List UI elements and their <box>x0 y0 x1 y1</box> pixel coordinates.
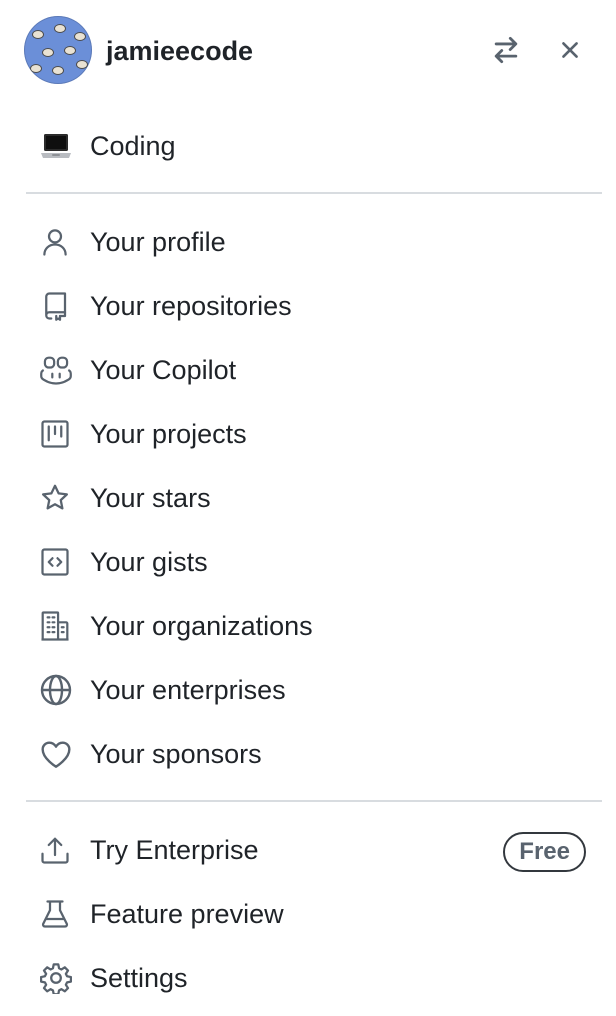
username: jamieecode <box>106 36 254 66</box>
menu-item-label: Your repositories <box>90 291 292 321</box>
star-icon <box>26 483 90 513</box>
divider <box>26 800 602 802</box>
menu-item-profile[interactable]: Your profile <box>26 214 602 270</box>
laptop-icon <box>26 131 90 161</box>
avatar-pattern-icon <box>54 24 66 33</box>
menu-item-label: Settings <box>90 963 188 993</box>
menu-item-organizations[interactable]: Your organizations <box>26 598 602 654</box>
menu-item-label: Your profile <box>90 227 226 257</box>
status-label: Coding <box>90 131 176 161</box>
menu-item-label: Your sponsors <box>90 739 262 769</box>
menu-item-label: Your Copilot <box>90 355 237 385</box>
divider <box>26 192 602 194</box>
upload-icon <box>26 835 90 865</box>
avatar-pattern-icon <box>30 64 42 73</box>
menu-item-label: Feature preview <box>90 899 284 929</box>
menu-item-label: Your enterprises <box>90 675 286 705</box>
avatar-pattern-icon <box>76 60 88 69</box>
menu-item-feature-preview[interactable]: Feature preview <box>26 886 602 942</box>
code-square-icon <box>26 547 90 577</box>
switch-account-button[interactable] <box>486 30 526 70</box>
status-item[interactable]: Coding <box>26 118 602 174</box>
menu-item-label: Your gists <box>90 547 208 577</box>
close-icon <box>562 42 578 58</box>
project-icon <box>26 419 90 449</box>
repo-icon <box>26 291 90 321</box>
menu-item-try-enterprise[interactable]: Try Enterprise Free <box>26 822 602 878</box>
person-icon <box>26 227 90 257</box>
menu-item-gists[interactable]: Your gists <box>26 534 602 590</box>
menu-item-settings[interactable]: Settings <box>26 950 602 1006</box>
avatar-pattern-icon <box>74 32 86 41</box>
menu-item-label: Your projects <box>90 419 247 449</box>
copilot-icon <box>26 355 90 385</box>
menu-item-enterprises[interactable]: Your enterprises <box>26 662 602 718</box>
menu-item-label: Your organizations <box>90 611 313 641</box>
menu-item-sponsors[interactable]: Your sponsors <box>26 726 602 782</box>
avatar[interactable] <box>24 16 92 84</box>
globe-icon <box>26 674 90 706</box>
menu-item-copilot[interactable]: Your Copilot <box>26 342 602 398</box>
free-badge: Free <box>503 832 586 872</box>
gear-icon <box>26 962 90 994</box>
menu-item-projects[interactable]: Your projects <box>26 406 602 462</box>
avatar-pattern-icon <box>42 48 54 57</box>
switch-arrows-icon <box>494 36 518 64</box>
menu-item-label: Your stars <box>90 483 211 513</box>
avatar-pattern-icon <box>64 46 76 55</box>
organization-icon <box>26 610 90 642</box>
menu-item-stars[interactable]: Your stars <box>26 470 602 526</box>
beaker-icon <box>26 899 90 929</box>
heart-icon <box>26 739 90 769</box>
menu-item-repositories[interactable]: Your repositories <box>26 278 602 334</box>
avatar-pattern-icon <box>32 30 44 39</box>
menu-item-label: Try Enterprise <box>90 835 259 865</box>
user-header: jamieecode <box>0 0 616 100</box>
avatar-pattern-icon <box>52 66 64 75</box>
close-button[interactable] <box>550 30 590 70</box>
